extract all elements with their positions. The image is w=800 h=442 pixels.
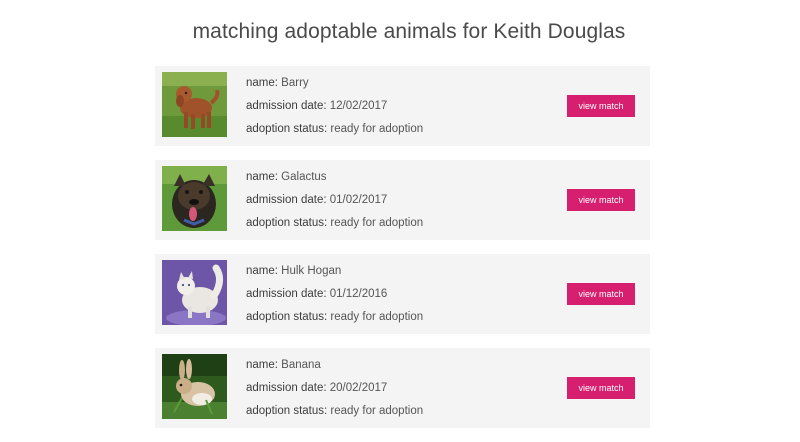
- admission-date-row: admission date: 12/02/2017: [246, 99, 423, 122]
- admission-date-row: admission date: 01/12/2016: [246, 287, 423, 310]
- name-row: name: Hulk Hogan: [246, 264, 423, 287]
- animal-photo: [162, 72, 227, 137]
- adoption-status-label: adoption status:: [246, 311, 328, 323]
- admission-date-row: admission date: 01/02/2017: [246, 193, 423, 216]
- cat-image: [162, 260, 227, 325]
- animal-details: name: Banana admission date: 20/02/2017 …: [246, 358, 423, 427]
- name-row: name: Banana: [246, 358, 423, 381]
- page-title: matching adoptable animals for Keith Dou…: [192, 20, 626, 43]
- admission-date-value: 01/12/2016: [329, 288, 388, 300]
- animal-card: name: Hulk Hogan admission date: 01/12/2…: [155, 254, 650, 334]
- dog-image: [162, 166, 227, 231]
- name-label: name:: [246, 77, 278, 89]
- adoption-status-row: adoption status: ready for adoption: [246, 404, 423, 427]
- animal-name: Galactus: [281, 171, 327, 183]
- adoption-status-value: ready for adoption: [330, 405, 424, 417]
- adoption-status-row: adoption status: ready for adoption: [246, 216, 423, 239]
- view-match-button[interactable]: view match: [567, 377, 635, 399]
- animal-details: name: Barry admission date: 12/02/2017 a…: [246, 76, 423, 145]
- adoption-status-row: adoption status: ready for adoption: [246, 122, 423, 145]
- animal-details: name: Galactus admission date: 01/02/201…: [246, 170, 423, 239]
- animal-list: name: Barry admission date: 12/02/2017 a…: [155, 66, 650, 442]
- name-label: name:: [246, 171, 278, 183]
- admission-date-label: admission date:: [246, 194, 327, 206]
- name-label: name:: [246, 265, 278, 277]
- adoption-status-value: ready for adoption: [330, 123, 424, 135]
- view-match-button[interactable]: view match: [567, 189, 635, 211]
- animal-card: name: Galactus admission date: 01/02/201…: [155, 160, 650, 240]
- animal-photo: [162, 166, 227, 231]
- name-row: name: Galactus: [246, 170, 423, 193]
- admission-date-value: 12/02/2017: [329, 100, 388, 112]
- animal-card: name: Banana admission date: 20/02/2017 …: [155, 348, 650, 428]
- animal-photo: [162, 260, 227, 325]
- view-match-button[interactable]: view match: [567, 95, 635, 117]
- admission-date-label: admission date:: [246, 382, 327, 394]
- animal-name: Hulk Hogan: [281, 265, 342, 277]
- admission-date-row: admission date: 20/02/2017: [246, 381, 423, 404]
- admission-date-label: admission date:: [246, 100, 327, 112]
- adoption-status-label: adoption status:: [246, 217, 328, 229]
- name-row: name: Barry: [246, 76, 423, 99]
- animal-details: name: Hulk Hogan admission date: 01/12/2…: [246, 264, 423, 333]
- adoption-status-label: adoption status:: [246, 405, 328, 417]
- rabbit-image: [162, 354, 227, 419]
- name-label: name:: [246, 359, 278, 371]
- adoption-status-value: ready for adoption: [330, 217, 424, 229]
- adoption-status-label: adoption status:: [246, 123, 328, 135]
- animal-name: Barry: [281, 77, 309, 89]
- animal-card: name: Barry admission date: 12/02/2017 a…: [155, 66, 650, 146]
- animal-photo: [162, 354, 227, 419]
- adoption-status-row: adoption status: ready for adoption: [246, 310, 423, 333]
- view-match-button[interactable]: view match: [567, 283, 635, 305]
- admission-date-value: 01/02/2017: [329, 194, 388, 206]
- admission-date-label: admission date:: [246, 288, 327, 300]
- adoption-status-value: ready for adoption: [330, 311, 424, 323]
- dog-image: [162, 72, 227, 137]
- animal-name: Banana: [281, 359, 321, 371]
- admission-date-value: 20/02/2017: [329, 382, 388, 394]
